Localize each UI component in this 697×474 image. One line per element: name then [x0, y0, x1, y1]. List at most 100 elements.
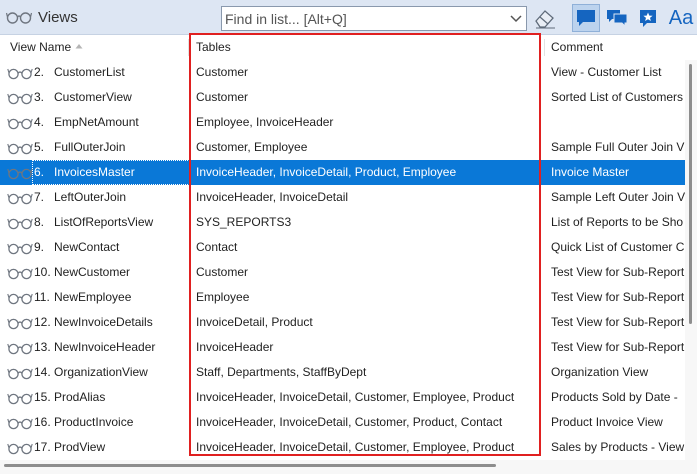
column-view-name[interactable]: View Name	[10, 35, 71, 59]
tables-cell: SYS_REPORTS3	[196, 215, 292, 229]
horizontal-scrollbar[interactable]	[0, 460, 697, 474]
star-icon	[640, 10, 656, 27]
search-box[interactable]	[221, 6, 527, 31]
comment-cell: Sample Full Outer Join V	[551, 140, 685, 154]
column-divider[interactable]	[544, 39, 545, 56]
table-row[interactable]: 10. NewCustomer Customer Test View for Sub-…	[0, 260, 685, 285]
view-name-cell: NewEmployee	[54, 290, 132, 304]
row-number: 17.	[34, 440, 51, 454]
view-name-cell: FullOuterJoin	[54, 140, 126, 154]
eraser-icon	[535, 10, 555, 29]
table-row[interactable]: 14. OrganizationView Staff, Departments, S…	[0, 360, 685, 385]
table-row[interactable]: 13. NewInvoiceHeader InvoiceHeader Test Vie…	[0, 335, 685, 360]
tables-cell: InvoiceDetail, Product	[196, 315, 313, 329]
comment-cell: Test View for Sub-Report	[551, 265, 685, 279]
view-name-cell: EmpNetAmount	[54, 115, 139, 129]
glasses-icon	[7, 343, 33, 355]
row-number: 11.	[34, 290, 50, 304]
glasses-icon	[7, 318, 33, 330]
views-list[interactable]: 2. CustomerList Customer View - Customer Li…	[0, 60, 685, 460]
panel-title: Views	[38, 9, 78, 26]
column-header: View Name Tables Comment	[0, 35, 697, 59]
tables-cell: Customer, Employee	[196, 140, 308, 154]
tables-cell: InvoiceHeader, InvoiceDetail, Customer, …	[196, 390, 515, 404]
table-row[interactable]: 11. NewEmployee Employee Test View for Sub-…	[0, 285, 685, 310]
vertical-scrollbar[interactable]	[685, 60, 697, 460]
table-row[interactable]: 2. CustomerList Customer View - Customer Li…	[0, 60, 685, 85]
font-icon: Aa	[668, 6, 694, 29]
glasses-icon	[7, 243, 33, 255]
column-comment[interactable]: Comment	[551, 35, 603, 59]
row-number: 16.	[34, 415, 51, 429]
font-settings-button[interactable]: Aa	[666, 4, 696, 32]
comment-cell: List of Reports to be Sho	[551, 215, 684, 229]
search-input[interactable]	[222, 7, 506, 30]
table-row[interactable]: 3. CustomerView Customer Sorted List of Cus…	[0, 85, 685, 110]
table-row[interactable]: 5. FullOuterJoin Customer, Employee Sample …	[0, 135, 685, 160]
row-number: 15.	[34, 390, 51, 404]
view-name-cell: NewCustomer	[54, 265, 131, 279]
comment-cell: View - Customer List	[551, 65, 662, 79]
tables-cell: Contact	[196, 240, 238, 254]
comment-cell: Product Invoice View	[551, 415, 663, 429]
table-row[interactable]: 4. EmpNetAmount Employee, InvoiceHeader	[0, 110, 685, 135]
chevron-down-icon[interactable]	[509, 12, 523, 24]
row-number: 3.	[34, 90, 45, 104]
glasses-icon	[7, 393, 33, 405]
tables-cell: Staff, Departments, StaffByDept	[196, 365, 367, 379]
column-tables[interactable]: Tables	[196, 35, 231, 59]
tables-cell: Customer	[196, 265, 249, 279]
comment-cell: Sample Left Outer Join V	[551, 190, 685, 204]
show-comment-button[interactable]	[572, 4, 600, 32]
view-name-cell: InvoicesMaster	[54, 165, 135, 179]
table-row[interactable]: 15. ProdAlias InvoiceHeader, InvoiceDetail…	[0, 385, 685, 410]
comment-cell: Sales by Products - View	[551, 440, 685, 454]
tables-cell: InvoiceHeader, InvoiceDetail, Customer, …	[196, 440, 515, 454]
row-number: 4.	[34, 115, 45, 129]
row-number: 8.	[34, 215, 45, 229]
tables-cell: InvoiceHeader, InvoiceDetail	[196, 190, 349, 204]
glasses-icon	[6, 12, 32, 24]
table-row[interactable]: 12. NewInvoiceDetails InvoiceDetail, Produ…	[0, 310, 685, 335]
vertical-scroll-thumb[interactable]	[689, 64, 692, 324]
clear-filter-button[interactable]	[531, 4, 559, 32]
glasses-icon	[7, 368, 33, 380]
view-name-cell: CustomerList	[54, 65, 125, 79]
comment-cell: Test View for Sub-Report	[551, 340, 685, 354]
column-divider[interactable]	[188, 39, 189, 56]
comment-cell: Invoice Master	[551, 165, 630, 179]
row-number: 6.	[34, 165, 45, 179]
show-all-comments-button[interactable]	[603, 4, 631, 32]
row-number: 13.	[34, 340, 51, 354]
favorites-button[interactable]	[634, 4, 662, 32]
view-name-cell: LeftOuterJoin	[54, 190, 127, 204]
row-number: 2.	[34, 65, 45, 79]
view-name-cell: NewContact	[54, 240, 120, 254]
glasses-icon	[7, 168, 33, 180]
row-number: 5.	[34, 140, 45, 154]
table-row[interactable]: 17. ProdView InvoiceHeader, InvoiceDetail,…	[0, 435, 685, 460]
tables-cell: Employee	[196, 290, 250, 304]
table-row[interactable]: 9. NewContact Contact Quick List of Custome…	[0, 235, 685, 260]
view-name-cell: NewInvoiceHeader	[54, 340, 156, 354]
sort-ascending-icon	[75, 44, 83, 49]
tables-cell: Customer	[196, 65, 249, 79]
tables-cell: InvoiceHeader, InvoiceDetail, Product, E…	[196, 165, 457, 179]
view-name-cell: ProdAlias	[54, 390, 106, 404]
row-number: 9.	[34, 240, 45, 254]
table-row[interactable]: 6. InvoicesMaster InvoiceHeader, InvoiceDe…	[0, 160, 685, 185]
comments-icon	[607, 10, 628, 28]
table-row[interactable]: 7. LeftOuterJoin InvoiceHeader, InvoiceDet…	[0, 185, 685, 210]
row-number: 12.	[34, 315, 51, 329]
table-row[interactable]: 8. ListOfReportsView SYS_REPORTS3 List of R…	[0, 210, 685, 235]
view-name-cell: CustomerView	[54, 90, 132, 104]
comment-cell: Quick List of Customer C	[551, 240, 685, 254]
glasses-icon	[7, 268, 33, 280]
view-name-cell: ListOfReportsView	[54, 215, 154, 229]
comment-icon	[577, 10, 595, 26]
table-row[interactable]: 16. ProductInvoice InvoiceHeader, InvoiceD…	[0, 410, 685, 435]
tables-cell: InvoiceHeader	[196, 340, 274, 354]
view-name-cell: NewInvoiceDetails	[54, 315, 153, 329]
horizontal-scroll-thumb[interactable]	[4, 464, 496, 467]
toolbar: Views Aa	[0, 0, 697, 35]
